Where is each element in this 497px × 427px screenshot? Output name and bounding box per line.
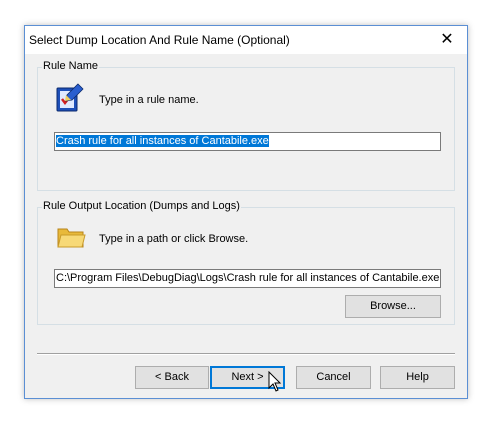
title-bar: Select Dump Location And Rule Name (Opti… [25, 26, 467, 54]
output-location-group: Rule Output Location (Dumps and Logs) Ty… [37, 200, 455, 325]
output-location-prompt: Type in a path or click Browse. [99, 233, 249, 245]
rule-name-input[interactable]: Crash rule for all instances of Cantabil… [54, 132, 441, 151]
rule-name-prompt: Type in a rule name. [99, 94, 199, 106]
browse-button[interactable]: Browse... [345, 295, 441, 318]
rule-name-group: Rule Name Type in a rule name. Crash rul… [37, 60, 455, 191]
dialog-title: Select Dump Location And Rule Name (Opti… [29, 33, 290, 47]
back-button[interactable]: < Back [135, 366, 209, 389]
output-location-group-label: Rule Output Location (Dumps and Logs) [42, 200, 241, 212]
rule-checklist-icon [54, 82, 86, 117]
button-separator [37, 353, 455, 355]
help-button[interactable]: Help [380, 366, 455, 389]
folder-icon [56, 224, 86, 253]
cancel-button[interactable]: Cancel [296, 366, 371, 389]
mouse-pointer-icon [268, 370, 282, 396]
rule-name-value: Crash rule for all instances of Cantabil… [56, 135, 269, 147]
output-path-value: C:\Program Files\DebugDiag\Logs\Crash ru… [56, 272, 440, 284]
close-icon[interactable]: ✕ [427, 26, 467, 54]
output-path-input[interactable]: C:\Program Files\DebugDiag\Logs\Crash ru… [54, 269, 441, 288]
rule-name-group-label: Rule Name [42, 60, 100, 72]
dialog-window: Select Dump Location And Rule Name (Opti… [24, 25, 468, 399]
